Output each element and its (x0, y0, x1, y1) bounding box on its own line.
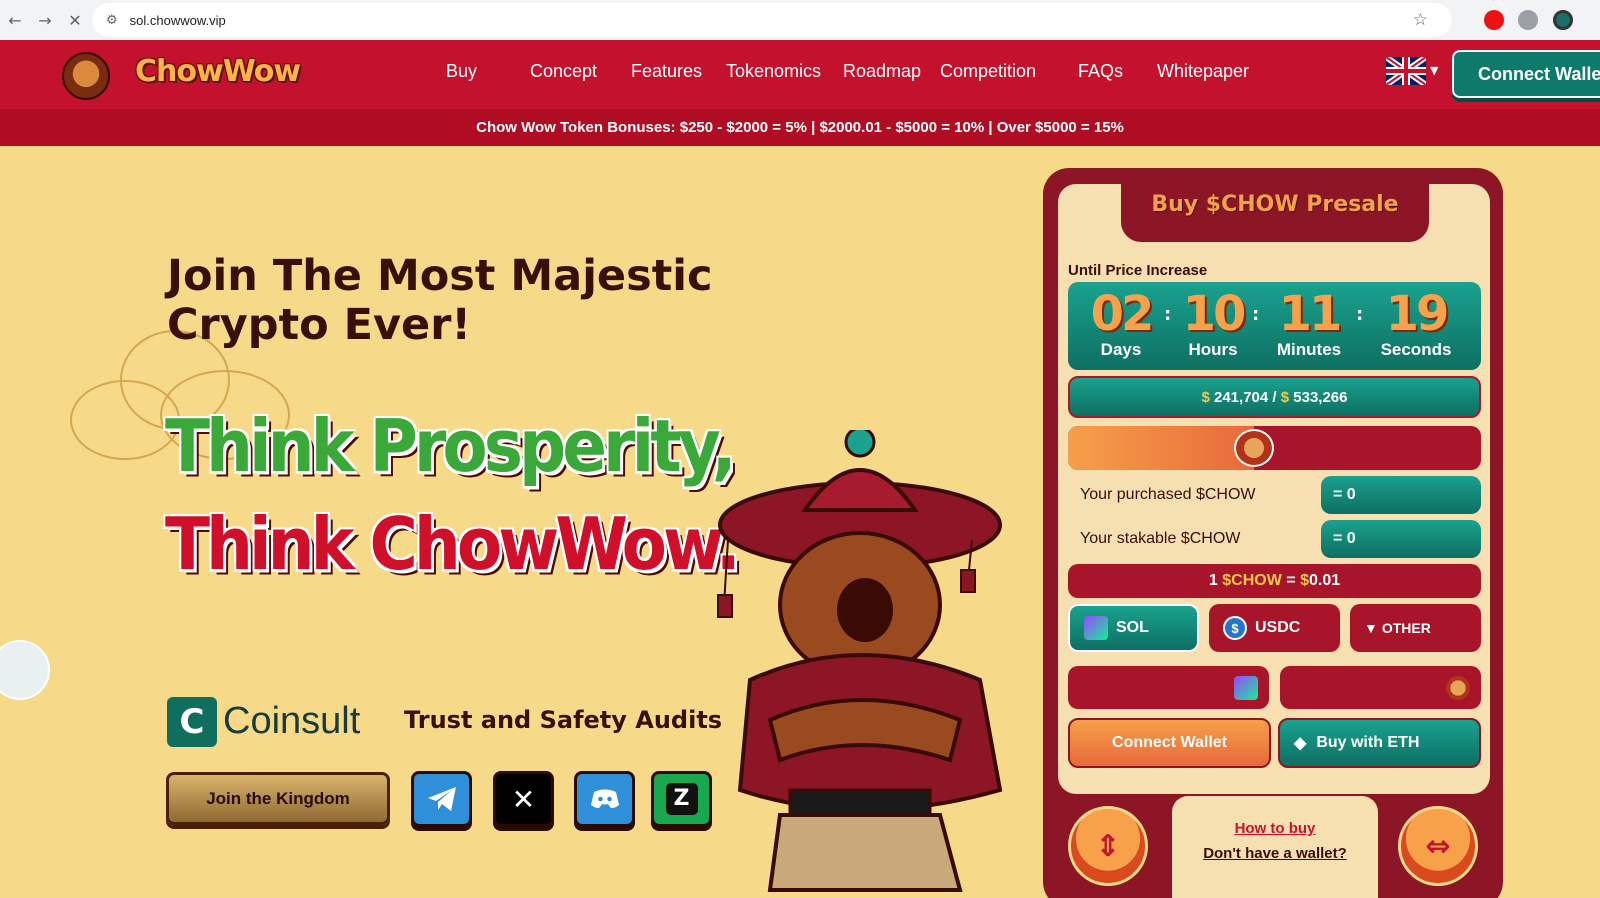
solana-icon (1234, 676, 1258, 700)
nav-faqs[interactable]: FAQs (1078, 61, 1123, 82)
dollar-sign: $ (1201, 389, 1210, 406)
swap-horizontal-icon[interactable]: ⇔ (1398, 806, 1478, 886)
presale-progress-bar (1068, 426, 1481, 470)
how-to-buy-link[interactable]: How to buy (1172, 820, 1378, 837)
countdown-hours-value: 10 (1182, 286, 1247, 342)
target-value: 533,266 (1293, 389, 1348, 406)
presale-title: Buy $CHOW Presale (1151, 192, 1399, 217)
progress-mascot-coin-icon (1233, 429, 1274, 467)
countdown-separator: : (1356, 304, 1364, 325)
swap-vertical-icon[interactable]: ⇕ (1068, 806, 1148, 886)
slogan-prosperity: Think Prosperity, (165, 404, 737, 489)
buy-with-eth-button[interactable]: ◆ Buy with ETH (1278, 718, 1481, 768)
currency-sol-label: SOL (1116, 619, 1149, 636)
countdown-seconds-label: Seconds (1380, 340, 1452, 359)
language-caret-icon[interactable]: ▼ (1430, 64, 1438, 77)
chow-token-icon (1446, 676, 1470, 700)
extension-profile-icon[interactable] (1553, 10, 1573, 30)
price-token: $CHOW (1222, 572, 1282, 589)
bookmark-star-icon[interactable]: ☆ (1413, 10, 1428, 30)
nav-buy[interactable]: Buy (446, 61, 477, 82)
nav-concept[interactable]: Concept (530, 61, 597, 82)
cloud-decoration (0, 640, 50, 700)
buy-with-eth-label: Buy with ETH (1316, 734, 1420, 751)
until-price-increase-label: Until Price Increase (1068, 262, 1208, 279)
url-text: sol.chowwow.vip (129, 12, 226, 28)
telegram-icon[interactable] (411, 771, 472, 827)
x-twitter-icon[interactable]: ✕ (493, 771, 554, 827)
extension-opera-icon[interactable] (1484, 10, 1504, 30)
nav-competition[interactable]: Competition (940, 61, 1036, 82)
logo-text[interactable]: ChowWow (135, 54, 301, 89)
raised-value: 241,704 (1214, 389, 1269, 406)
coinsult-logo-icon[interactable]: C (167, 697, 217, 747)
usdc-icon: $ (1223, 616, 1247, 640)
back-icon[interactable]: ← (0, 11, 30, 30)
nav-roadmap[interactable]: Roadmap (843, 61, 921, 82)
nav-whitepaper[interactable]: Whitepaper (1157, 61, 1249, 82)
price-value: 0.01 (1308, 572, 1341, 589)
connect-wallet-button[interactable]: Connect Wallet (1068, 718, 1271, 768)
raised-amount: $ 241,704 / $ 533,266 (1068, 376, 1481, 418)
extension-puzzle-icon[interactable] (1518, 10, 1538, 30)
slogan-chowwow: Think ChowWow. (165, 502, 741, 587)
solana-icon (1084, 616, 1108, 640)
nav-features[interactable]: Features (631, 61, 702, 82)
audit-label: Trust and Safety Audits (404, 706, 723, 734)
coinsult-brand[interactable]: Coinsult (223, 700, 360, 743)
price-symbol: $ (1300, 572, 1309, 589)
currency-usdc-label: USDC (1255, 619, 1301, 636)
price-prefix: 1 (1208, 572, 1218, 589)
countdown-days-value: 02 (1090, 286, 1155, 342)
stop-loading-icon[interactable]: ✕ (60, 11, 90, 30)
uk-flag-icon[interactable] (1386, 57, 1426, 85)
countdown-separator: : (1252, 304, 1260, 325)
purchased-label: Your purchased $CHOW (1080, 486, 1256, 503)
price-equals: = (1286, 572, 1296, 589)
currency-other-button[interactable]: ▼ OTHER (1350, 604, 1481, 652)
countdown-days-label: Days (1100, 340, 1142, 359)
caret-down-icon: ▼ (1364, 620, 1378, 636)
site-header: ChowWow Buy Concept Features Tokenomics … (0, 40, 1600, 109)
countdown-minutes-label: Minutes (1276, 340, 1342, 359)
no-wallet-link[interactable]: Don't have a wallet? (1172, 845, 1378, 862)
browser-toolbar: ← → ✕ ⚙ sol.chowwow.vip ☆ (0, 0, 1600, 40)
progress-fill (1068, 426, 1254, 470)
purchased-value: = 0 (1321, 476, 1481, 514)
forward-icon[interactable]: → (30, 11, 60, 30)
countdown-timer: 02 Days : 10 Hours : 11 Minutes : 19 Sec… (1068, 282, 1481, 370)
connect-wallet-header-button[interactable]: Connect Wallet (1452, 50, 1600, 98)
currency-sol-button[interactable]: SOL (1068, 604, 1199, 652)
currency-other-label: OTHER (1381, 620, 1431, 636)
address-bar[interactable]: ⚙ sol.chowwow.vip ☆ (92, 3, 1452, 37)
dollar-sign: $ (1280, 389, 1290, 406)
countdown-hours-label: Hours (1188, 340, 1238, 359)
ethereum-icon: ◆ (1294, 735, 1307, 752)
stakable-value: = 0 (1321, 520, 1481, 558)
discord-icon[interactable] (574, 771, 635, 827)
countdown-seconds-value: 19 (1385, 286, 1450, 342)
site-settings-icon[interactable]: ⚙ (106, 13, 118, 28)
zealy-icon[interactable]: Z (651, 771, 712, 827)
token-price: 1 $CHOW = $0.01 (1068, 564, 1481, 598)
hero-title: Join The Most Majestic Crypto Ever! (167, 251, 713, 350)
join-kingdom-button[interactable]: Join the Kingdom (166, 772, 390, 825)
currency-usdc-button[interactable]: $ USDC (1209, 604, 1340, 652)
stakable-label: Your stakable $CHOW (1080, 530, 1241, 547)
chowwow-logo-icon[interactable] (62, 52, 110, 100)
countdown-minutes-value: 11 (1278, 286, 1343, 342)
nav-tokenomics[interactable]: Tokenomics (726, 61, 821, 82)
bonus-banner: Chow Wow Token Bonuses: $250 - $2000 = 5… (0, 109, 1600, 146)
mascot-illustration (717, 430, 1003, 892)
